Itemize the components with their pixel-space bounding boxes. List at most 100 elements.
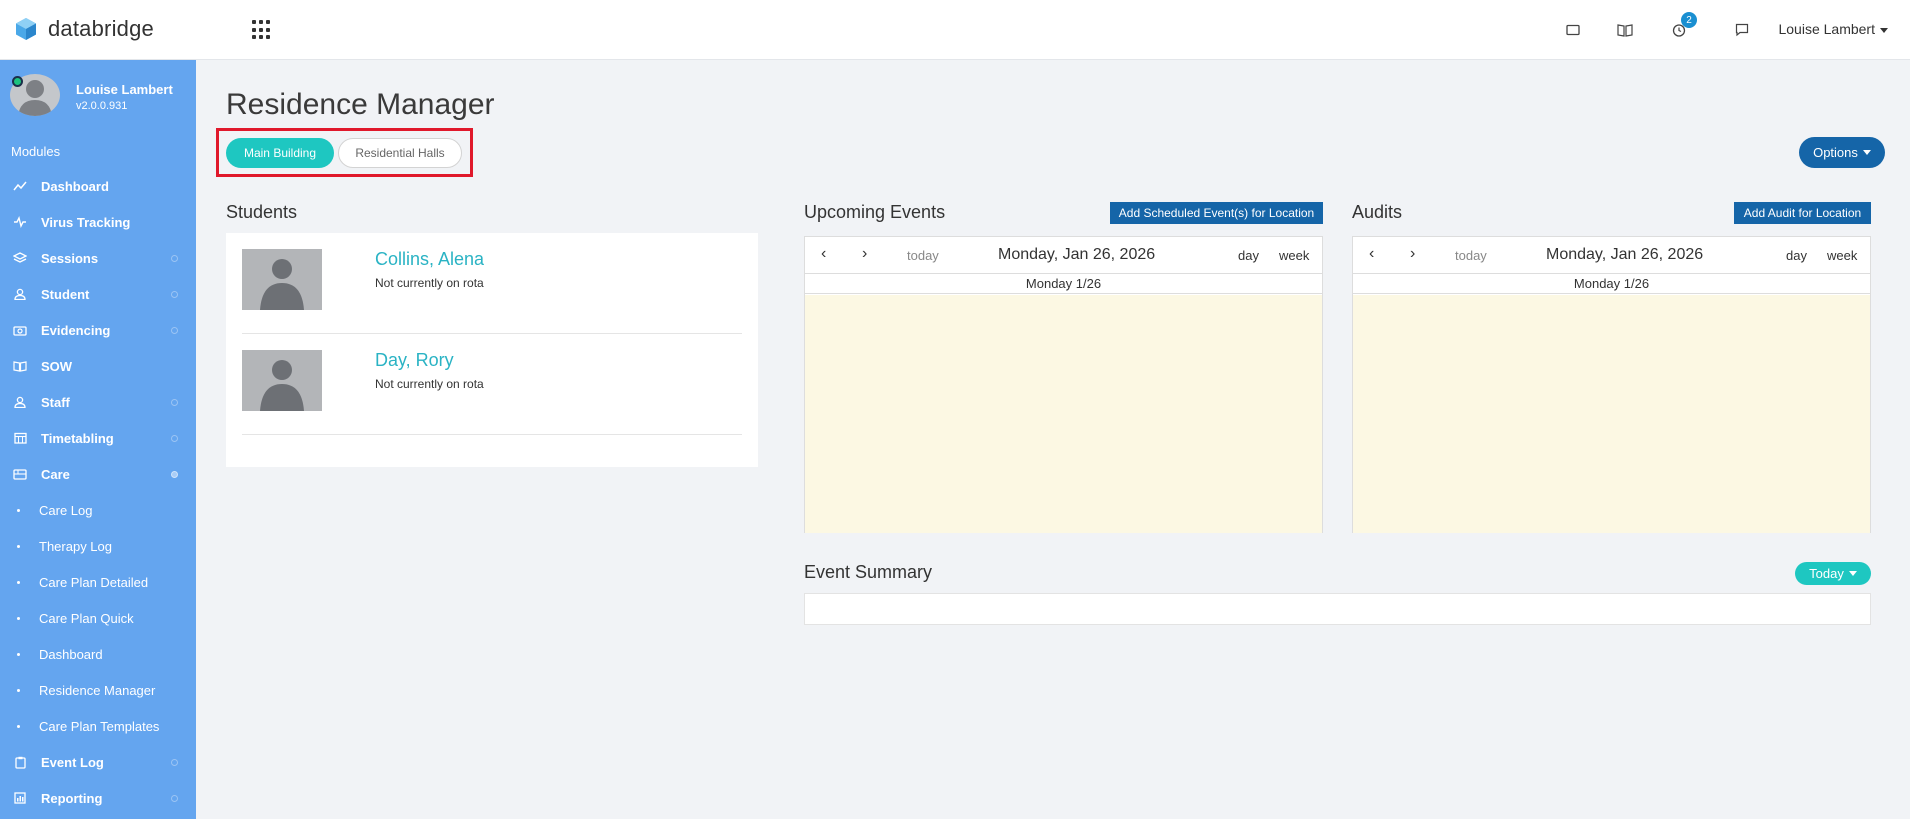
add-scheduled-event-button[interactable]: Add Scheduled Event(s) for Location bbox=[1110, 202, 1323, 224]
layers-icon bbox=[12, 251, 28, 265]
sidebar-item-label: Virus Tracking bbox=[41, 214, 131, 230]
calendar-icon bbox=[12, 431, 28, 445]
sidebar-subitem-label: Dashboard bbox=[39, 646, 103, 662]
options-label: Options bbox=[1813, 145, 1858, 160]
options-button[interactable]: Options bbox=[1799, 137, 1885, 168]
student-status: Not currently on rota bbox=[375, 276, 484, 290]
chart-line-icon bbox=[12, 179, 28, 193]
expand-indicator-icon bbox=[171, 759, 178, 766]
chevron-left-icon[interactable]: ‹ bbox=[821, 245, 826, 263]
sidebar-subitem-residence-manager[interactable]: Residence Manager bbox=[0, 672, 196, 708]
bullet-icon bbox=[17, 580, 20, 584]
expand-indicator-icon bbox=[171, 435, 178, 442]
user-menu[interactable]: Louise Lambert bbox=[1778, 21, 1888, 37]
sidebar-subitem-label: Care Plan Quick bbox=[39, 610, 134, 626]
calendar-today-button[interactable]: today bbox=[1455, 248, 1487, 263]
chevron-right-icon[interactable]: › bbox=[862, 245, 867, 263]
sidebar-item-timetabling[interactable]: Timetabling bbox=[0, 420, 196, 456]
student-name-link[interactable]: Collins, Alena bbox=[375, 249, 484, 270]
top-bar: databridge 2 Louise Lambert bbox=[0, 0, 1910, 60]
sidebar-item-care[interactable]: Care bbox=[0, 456, 196, 492]
sidebar-item-label: Sessions bbox=[41, 250, 99, 266]
sidebar-item-dashboard[interactable]: Dashboard bbox=[0, 168, 196, 204]
sidebar-item-student[interactable]: Student bbox=[0, 276, 196, 312]
calendar-day-view-button[interactable]: day bbox=[1786, 248, 1807, 263]
user-menu-name: Louise Lambert bbox=[1778, 21, 1875, 37]
sidebar-subitem-care-log[interactable]: Care Log bbox=[0, 492, 196, 528]
care-icon bbox=[12, 467, 28, 481]
chevron-right-icon[interactable]: › bbox=[1410, 245, 1415, 263]
sidebar-subitem-label: Care Plan Detailed bbox=[39, 574, 149, 590]
user-icon bbox=[12, 287, 28, 301]
calendar-day-body[interactable] bbox=[1353, 295, 1870, 533]
sidebar-subitem-care-dashboard[interactable]: Dashboard bbox=[0, 636, 196, 672]
sidebar-subitem-label: Care Plan Templates bbox=[39, 718, 160, 734]
student-status: Not currently on rota bbox=[375, 377, 484, 391]
calendar-week-view-button[interactable]: week bbox=[1827, 248, 1857, 263]
student-row[interactable]: Day, Rory Not currently on rota bbox=[242, 334, 742, 435]
sidebar-subitem-care-plan-templates[interactable]: Care Plan Templates bbox=[0, 708, 196, 744]
sidebar-item-sow[interactable]: SOW bbox=[0, 348, 196, 384]
profile[interactable]: Louise Lambert v2.0.0.931 bbox=[10, 74, 196, 118]
calendar-date: Monday, Jan 26, 2026 bbox=[998, 246, 1156, 263]
sidebar-item-label: Evidencing bbox=[41, 322, 111, 338]
caret-down-icon bbox=[1848, 571, 1857, 576]
user-icon bbox=[12, 395, 28, 409]
modules-heading: Modules bbox=[11, 144, 61, 159]
profile-name: Louise Lambert bbox=[76, 82, 173, 97]
bullet-icon bbox=[17, 544, 20, 548]
add-audit-button[interactable]: Add Audit for Location bbox=[1734, 202, 1871, 224]
sidebar-item-label: Timetabling bbox=[41, 430, 114, 446]
camera-icon bbox=[12, 323, 28, 337]
brand-logo[interactable]: databridge bbox=[14, 16, 154, 42]
today-filter-button[interactable]: Today bbox=[1795, 562, 1871, 585]
sidebar-subitem-label: Care Log bbox=[39, 502, 93, 518]
sidebar: Louise Lambert v2.0.0.931 Modules Dashbo… bbox=[0, 60, 196, 819]
event-summary-panel bbox=[804, 593, 1871, 625]
tablet-icon[interactable] bbox=[1563, 20, 1583, 40]
sidebar-item-sessions[interactable]: Sessions bbox=[0, 240, 196, 276]
calendar-week-view-button[interactable]: week bbox=[1279, 248, 1309, 263]
student-name-link[interactable]: Day, Rory bbox=[375, 350, 454, 371]
sidebar-subitem-care-plan-detailed[interactable]: Care Plan Detailed bbox=[0, 564, 196, 600]
sidebar-item-label: SOW bbox=[41, 358, 73, 374]
audits-heading: Audits bbox=[1352, 202, 1403, 222]
page-title: Residence Manager bbox=[226, 88, 495, 121]
calendar-day-body[interactable] bbox=[805, 295, 1322, 533]
bullet-icon bbox=[17, 652, 20, 656]
students-heading: Students bbox=[226, 202, 298, 222]
sidebar-item-reporting[interactable]: Reporting bbox=[0, 780, 196, 816]
expand-indicator-icon bbox=[171, 795, 178, 802]
student-photo bbox=[242, 350, 322, 411]
sidebar-item-staff[interactable]: Staff bbox=[0, 384, 196, 420]
databridge-logo-icon bbox=[16, 18, 36, 40]
calendar-day-header: Monday 1/26 bbox=[1353, 274, 1870, 294]
sidebar-item-label: Reporting bbox=[41, 790, 103, 806]
sidebar-item-event-log[interactable]: Event Log bbox=[0, 744, 196, 780]
bullet-icon bbox=[17, 616, 20, 620]
student-row[interactable]: Collins, Alena Not currently on rota bbox=[242, 233, 742, 334]
pulse-icon bbox=[12, 215, 28, 229]
chevron-left-icon[interactable]: ‹ bbox=[1369, 245, 1374, 263]
sidebar-subitem-label: Residence Manager bbox=[39, 682, 156, 698]
notification-badge: 2 bbox=[1681, 12, 1697, 28]
sidebar-item-label: Event Log bbox=[41, 754, 104, 770]
sidebar-item-label: Staff bbox=[41, 394, 70, 410]
timer-notifications-icon[interactable]: 2 bbox=[1669, 12, 1697, 40]
sidebar-item-virus-tracking[interactable]: Virus Tracking bbox=[0, 204, 196, 240]
sidebar-subitem-therapy-log[interactable]: Therapy Log bbox=[0, 528, 196, 564]
apps-grid-icon[interactable] bbox=[252, 20, 272, 40]
expand-indicator-icon bbox=[171, 327, 178, 334]
calendar-today-button[interactable]: today bbox=[907, 248, 939, 263]
calendar-day-view-button[interactable]: day bbox=[1238, 248, 1259, 263]
tab-residential-halls[interactable]: Residential Halls bbox=[338, 138, 462, 168]
expand-indicator-icon bbox=[171, 291, 178, 298]
bullet-icon bbox=[17, 724, 20, 728]
sidebar-subitem-care-plan-quick[interactable]: Care Plan Quick bbox=[0, 600, 196, 636]
book-open-icon[interactable] bbox=[1615, 20, 1635, 40]
expand-indicator-icon bbox=[171, 255, 178, 262]
bullet-icon bbox=[17, 508, 20, 512]
chat-icon[interactable] bbox=[1732, 20, 1752, 40]
tab-main-building[interactable]: Main Building bbox=[226, 138, 334, 168]
sidebar-item-evidencing[interactable]: Evidencing bbox=[0, 312, 196, 348]
